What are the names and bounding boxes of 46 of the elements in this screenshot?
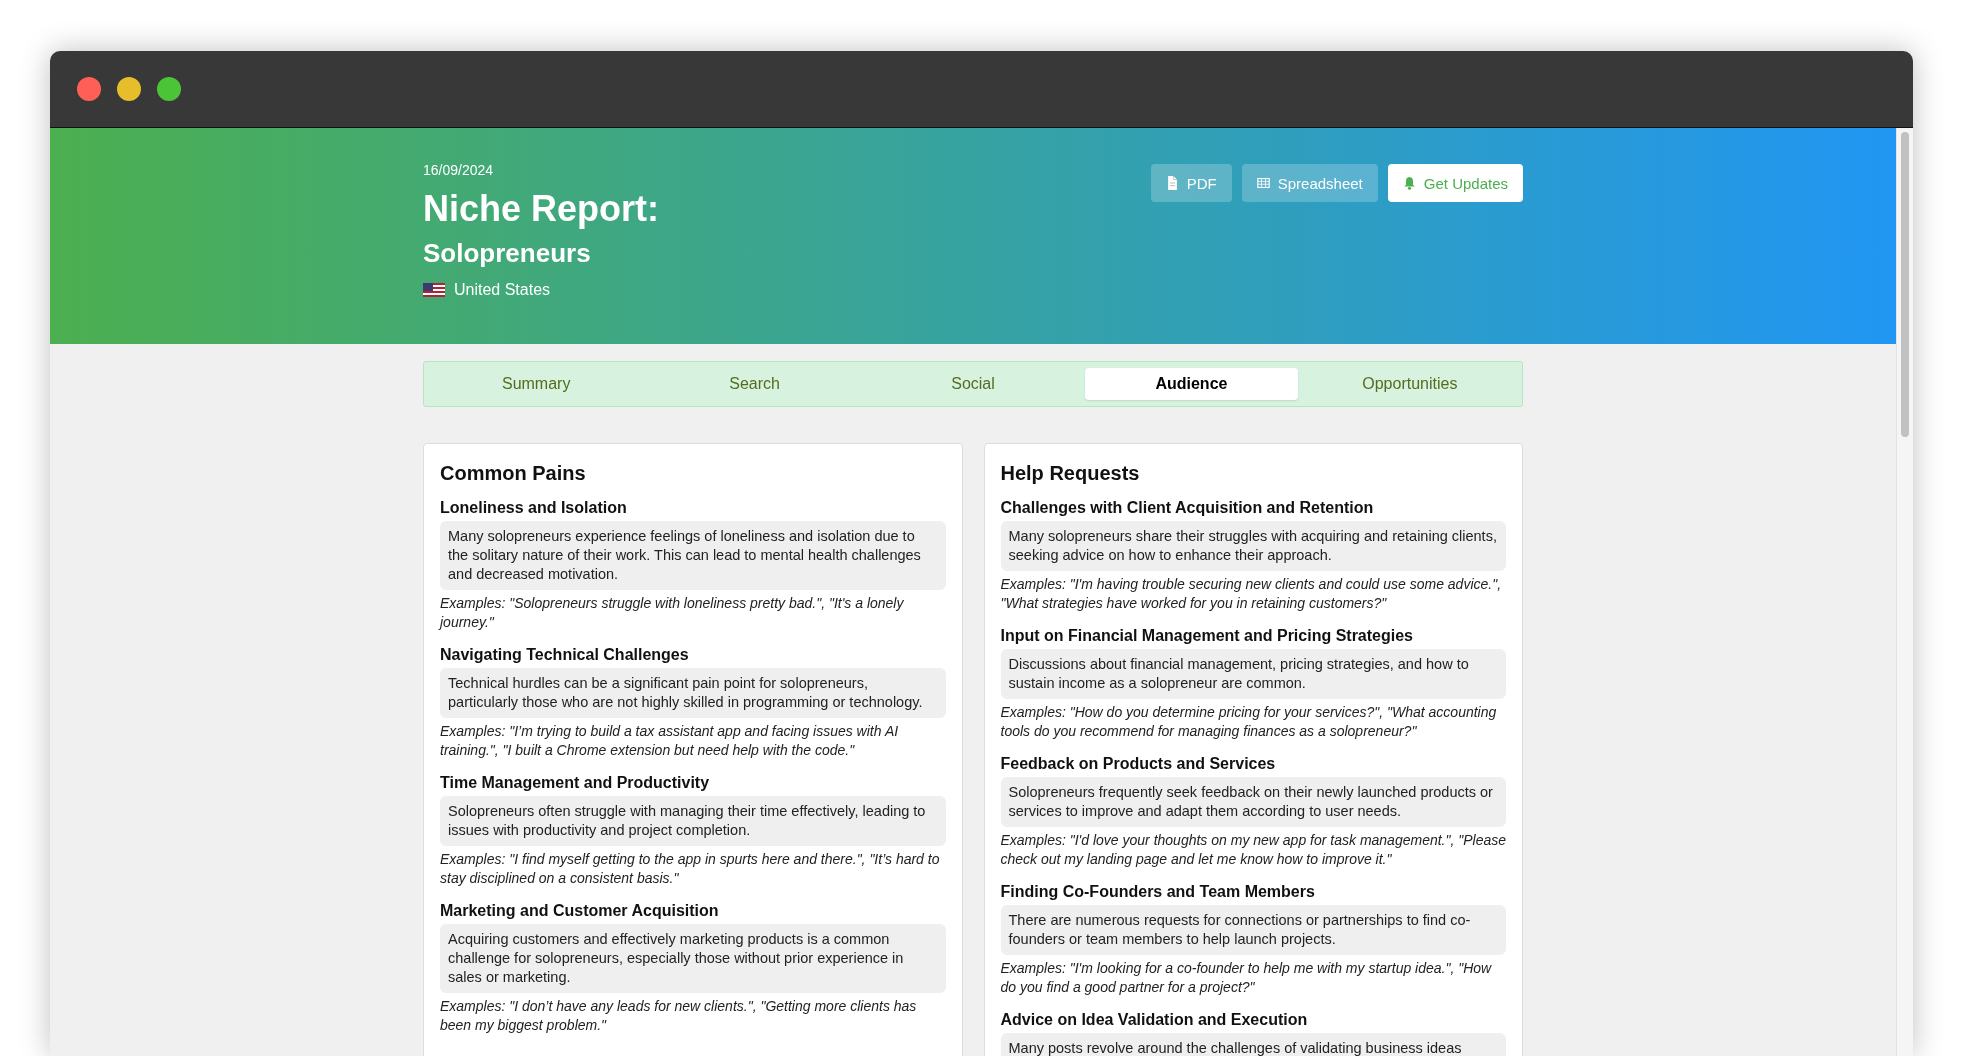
item-description: Many solopreneurs experience feelings of loneliness and isolation due to the solitary nature of their work. This can lead to mental health challenges and decreased motivation.	[440, 521, 946, 590]
tab[interactable]: Summary	[430, 368, 643, 400]
table-icon	[1256, 176, 1270, 190]
tab[interactable]: Opportunities	[1303, 368, 1517, 400]
item-examples: Examples: "I'd love your thoughts on my new app for task management.", "Please check out my landing page and let me know how to improve it."	[1000, 831, 1506, 869]
section-title: Common Pains	[440, 462, 587, 485]
item-description: Solopreneurs frequently seek feedback on their newly launched products or services to improve and adapt them according to user needs.	[1000, 777, 1506, 827]
tab[interactable]: Search	[648, 368, 861, 400]
flag-icon	[423, 283, 445, 297]
minimize-button[interactable]	[117, 77, 141, 101]
item-title: Challenges with Client Acquisition and Retention	[1000, 499, 1375, 517]
item-title: Feedback on Products and Services	[1000, 755, 1277, 773]
bell-icon	[1402, 176, 1416, 190]
item-title: Time Management and Productivity	[440, 774, 711, 792]
item-description: There are numerous requests for connections or partnerships to find co-founders or team members to help launch projects.	[1000, 905, 1506, 955]
niche-name: Solopreneurs	[423, 238, 592, 269]
item-description: Technical hurdles can be a significant pain point for solopreneurs, particularly those who are not highly skilled in programming or technology.	[440, 668, 946, 718]
item-examples: Examples: "How do you determine pricing for your services?", "What accounting tools do you recommend for managing finances as a solopreneur?"	[1000, 703, 1498, 741]
item-description: Many posts revolve around the challenges of validating business ideas	[1000, 1033, 1506, 1056]
item-description: Acquiring customers and effectively marketing products is a common challenge for solopreneurs, especially those without prior experience in sales or marketing.	[440, 924, 946, 993]
item-title: Marketing and Customer Acquisition	[440, 902, 720, 920]
item-title: Advice on Idea Validation and Execution	[1000, 1011, 1309, 1029]
header-button[interactable]: Get Updates	[1387, 164, 1523, 202]
item-examples: Examples: "I'm looking for a co-founder to help me with my startup idea.", "How do you find a good partner for a project?"	[1000, 959, 1493, 997]
item-examples: Examples: "I’m trying to build a tax assistant app and facing issues with AI training.", "I built a Chrome extension but need help with the code."	[440, 722, 900, 760]
close-button[interactable]	[77, 77, 101, 101]
item-title: Loneliness and Isolation	[440, 499, 628, 517]
tab[interactable]: Audience	[1085, 368, 1298, 400]
item-title: Navigating Technical Challenges	[440, 646, 690, 664]
item-description: Discussions about financial management, pricing strategies, and how to sustain income as a solopreneur are common.	[1000, 649, 1506, 699]
zoom-button[interactable]	[157, 77, 181, 101]
item-examples: Examples: "I'm having trouble securing new clients and could use some advice.", "What strategies have worked for you in retaining customers?"	[1000, 575, 1503, 613]
item-description: Many solopreneurs share their struggles with acquiring and retaining clients, seeking advice on how to enhance their approach.	[1000, 521, 1506, 571]
item-title: Finding Co-Founders and Team Members	[1000, 883, 1316, 901]
item-examples: Examples: "I find myself getting to the app in spurts here and there.", "It’s hard to stay disciplined on a consistent basis."	[440, 850, 941, 888]
report-date: 16/09/2024	[423, 162, 495, 178]
country-label: United States	[454, 281, 551, 299]
item-examples: Examples: "Solopreneurs struggle with loneliness pretty bad.", "It's a lonely journey."	[440, 594, 905, 632]
document-icon	[1165, 176, 1179, 190]
tab[interactable]: Social	[866, 368, 1080, 400]
section-title: Help Requests	[1000, 462, 1141, 485]
item-title: Input on Financial Management and Pricing Strategies	[1000, 627, 1414, 645]
scrollbar[interactable]	[1896, 128, 1913, 1056]
item-description: Solopreneurs often struggle with managing their time effectively, leading to issues with productivity and project completion.	[440, 796, 946, 846]
report-title: Niche Report:	[423, 188, 660, 230]
item-examples: Examples: "I don’t have any leads for new clients.", "Getting more clients has been my biggest problem."	[440, 997, 918, 1035]
